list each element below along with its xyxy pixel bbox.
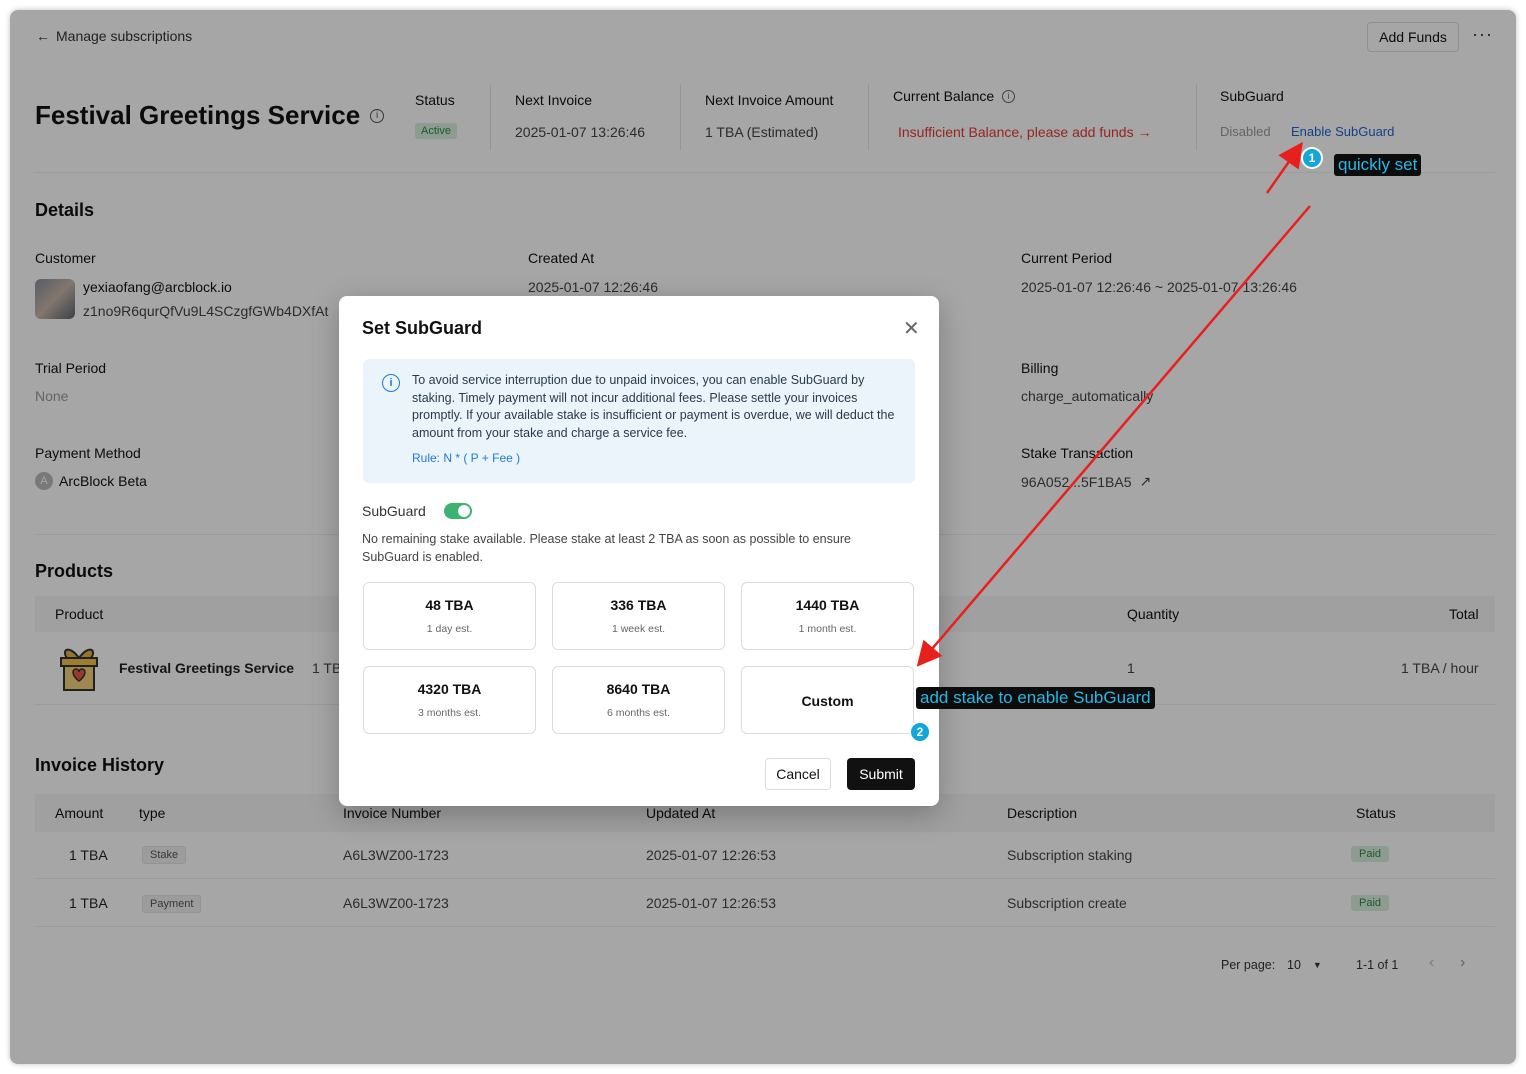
step-1-badge: 1 xyxy=(1301,147,1323,169)
callout-add-stake: add stake to enable SubGuard xyxy=(916,687,1155,709)
arrow-to-enable-subguard xyxy=(1265,141,1303,194)
annotation-arrows xyxy=(916,141,1311,667)
app-window: ← Manage subscriptions Add Funds ··· Fes… xyxy=(10,10,1516,1064)
step-2-badge: 2 xyxy=(909,721,931,743)
arrow-to-custom-option xyxy=(916,205,1311,667)
callout-quickly-set: quickly set xyxy=(1334,154,1422,176)
